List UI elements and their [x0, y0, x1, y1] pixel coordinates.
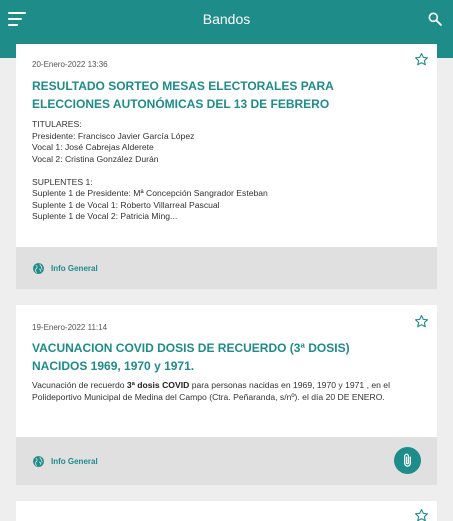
card-title[interactable]: RESULTADO SORTEO MESAS ELECTORALES PARA … [32, 77, 405, 113]
star-outline-icon[interactable] [414, 52, 429, 67]
body-bold-text: 3ª dosis COVID [126, 380, 190, 390]
bando-card[interactable] [16, 501, 437, 521]
card-footer: Info General [16, 247, 437, 289]
star-outline-icon[interactable] [414, 314, 429, 329]
card-date: 20-Enero-2022 13:36 [32, 60, 108, 69]
card-date: 19-Enero-2022 11:14 [32, 323, 108, 332]
page-title: Bandos [202, 11, 251, 27]
card-footer: Info General [16, 437, 437, 485]
bando-card[interactable]: 20-Enero-2022 13:36 RESULTADO SORTEO MES… [16, 44, 437, 289]
bando-card[interactable]: 19-Enero-2022 11:14 VACUNACION COVID DOS… [16, 305, 437, 485]
category-label[interactable]: Info General [51, 457, 98, 466]
star-outline-icon[interactable] [414, 508, 429, 521]
search-icon[interactable] [427, 11, 443, 27]
paperclip-icon[interactable] [394, 447, 421, 474]
category-label[interactable]: Info General [51, 264, 98, 273]
globe-icon [32, 262, 45, 275]
card-title[interactable]: VACUNACION COVID DOSIS DE RECUERDO (3ª D… [32, 339, 405, 375]
card-body: Vacunación de recuerdo 3ª dosis COVID pa… [32, 380, 423, 403]
globe-icon [32, 455, 45, 468]
card-body: TITULARES: Presidente: Francisco Javier … [32, 119, 268, 221]
body-text: Vacunación de recuerdo [32, 380, 127, 390]
